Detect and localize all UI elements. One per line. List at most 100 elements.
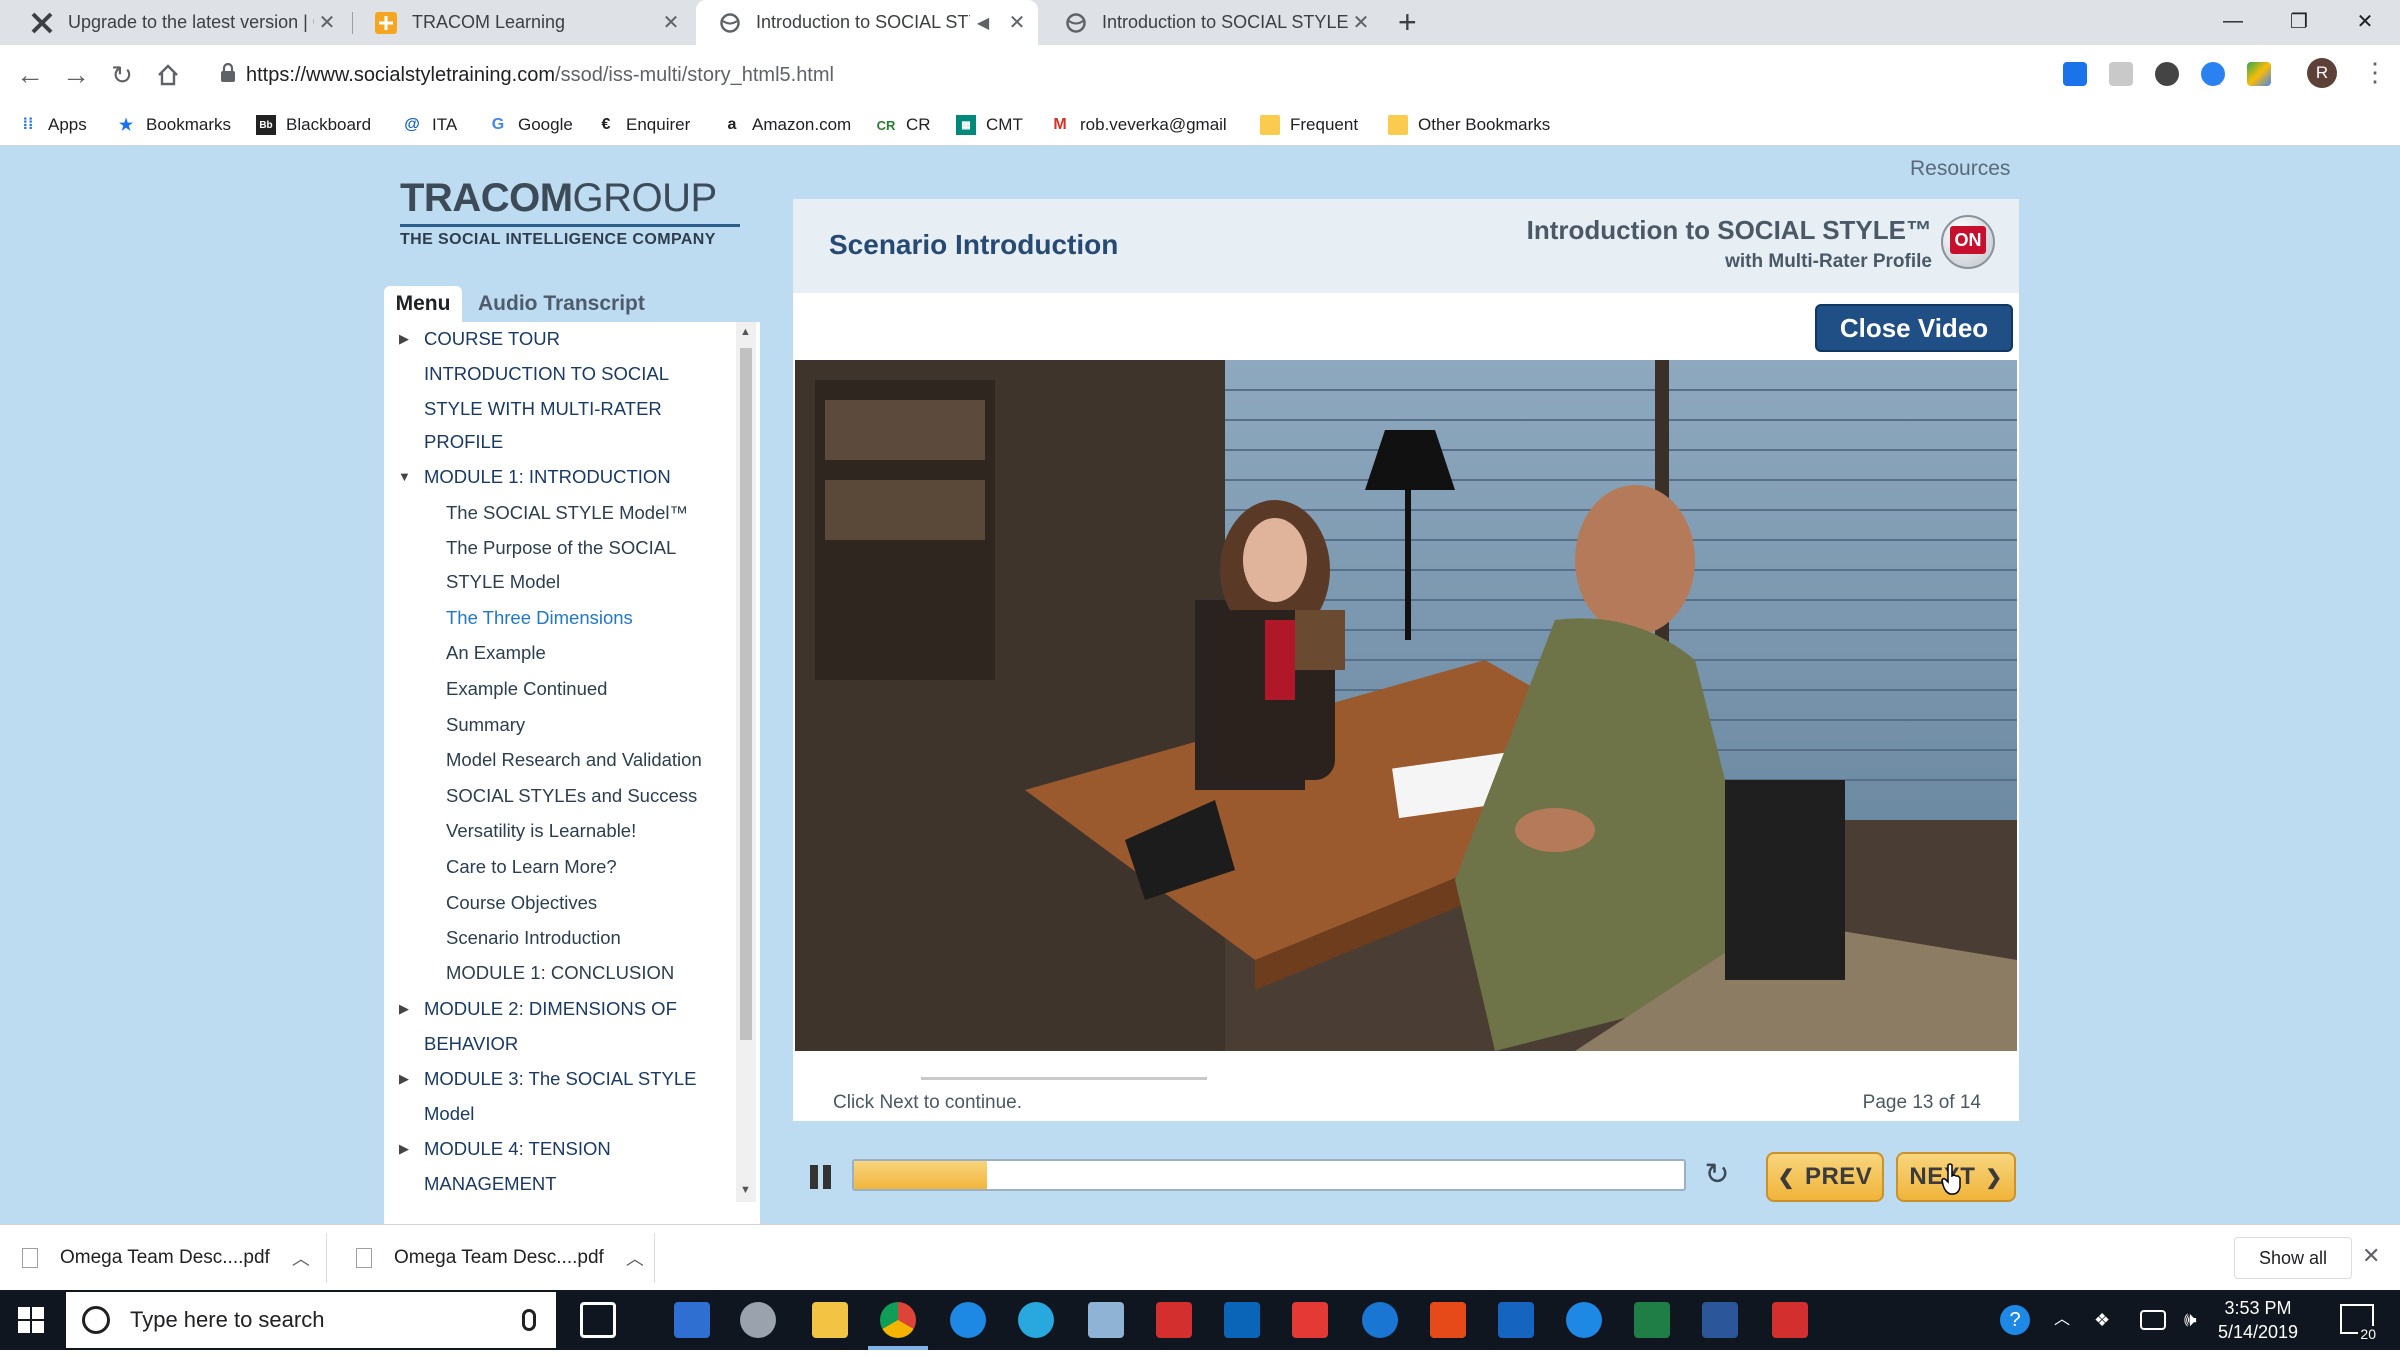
address-bar[interactable]: https://www.socialstyletraining.com/ssod… <box>200 53 2226 95</box>
excel-icon[interactable] <box>1634 1302 1670 1338</box>
taskbar-app-icon[interactable] <box>1156 1302 1192 1338</box>
menu-scrollbar[interactable]: ▲ ▼ <box>736 322 756 1202</box>
taskbar-app-icon[interactable] <box>674 1302 710 1338</box>
menu-item-label: INTRODUCTION TO SOCIAL <box>424 363 669 384</box>
close-icon[interactable]: ✕ <box>1004 10 1030 35</box>
expand-right-triangle-icon[interactable]: ▶ <box>398 1132 410 1166</box>
extension-icon[interactable] <box>2201 62 2225 86</box>
task-view-icon[interactable] <box>580 1302 616 1338</box>
sync-icon[interactable] <box>1362 1302 1398 1338</box>
more-vertical-icon[interactable]: ⋮ <box>2362 59 2388 86</box>
extension-icon[interactable] <box>2155 62 2179 86</box>
edge-icon[interactable] <box>950 1302 986 1338</box>
bookmark-amazon[interactable]: a Amazon.com <box>722 110 852 140</box>
action-center-icon[interactable]: 20 <box>2340 1304 2378 1342</box>
reload-icon[interactable]: ↻ <box>104 57 140 93</box>
extension-icon[interactable] <box>2063 62 2087 86</box>
bookmark-folder-other[interactable]: Other Bookmarks <box>1388 110 1550 140</box>
scrollbar-thumb[interactable] <box>740 348 752 1040</box>
menu-item-label: Course Objectives <box>446 892 598 913</box>
pause-icon[interactable] <box>808 1163 834 1193</box>
chevron-up-icon[interactable]: ︿ <box>626 1245 644 1271</box>
download-item[interactable]: Omega Team Desc....pdf ︿ <box>22 1225 310 1291</box>
taskbar-app-icon[interactable] <box>1292 1302 1328 1338</box>
scenario-video[interactable] <box>795 360 2017 1051</box>
bookmark-apps[interactable]: ⁞⁞ Apps <box>18 110 87 140</box>
expand-right-triangle-icon[interactable]: ▶ <box>398 1062 410 1096</box>
internet-explorer-icon[interactable] <box>1018 1302 1054 1338</box>
system-clock[interactable]: 3:53 PM 5/14/2019 <box>2198 1296 2318 1344</box>
seek-bar[interactable] <box>852 1159 1686 1191</box>
close-window-icon[interactable]: ✕ <box>2332 0 2398 42</box>
restore-icon[interactable]: ❐ <box>2266 0 2332 42</box>
browser-tab-active[interactable]: Introduction to SOCIAL STYL ◀︎ ✕ <box>696 0 1038 45</box>
taskbar-app-icon[interactable] <box>740 1302 776 1338</box>
microphone-icon[interactable] <box>522 1309 536 1331</box>
profile-avatar[interactable]: R <box>2307 58 2337 88</box>
bookmark-google[interactable]: G Google <box>488 110 573 140</box>
prev-button[interactable]: ❮ PREV <box>1766 1152 1884 1202</box>
extension-icon[interactable] <box>2247 62 2271 86</box>
expand-down-triangle-icon[interactable]: ▼ <box>398 460 411 494</box>
home-icon[interactable] <box>150 57 186 93</box>
chevron-up-icon[interactable]: ︿ <box>2054 1302 2074 1338</box>
bookmark-folder-frequent[interactable]: Frequent <box>1260 110 1358 140</box>
network-icon[interactable] <box>2140 1310 2166 1330</box>
download-item[interactable]: Omega Team Desc....pdf ︿ <box>356 1225 644 1291</box>
expand-right-triangle-icon[interactable]: ▶ <box>398 322 410 356</box>
extension-icon[interactable] <box>2109 62 2133 86</box>
bookmark-ita[interactable]: @ ITA <box>402 110 457 140</box>
tab-audio-transcript[interactable]: Audio Transcript <box>478 286 648 322</box>
on-demand-badge: ON <box>1941 215 1995 269</box>
taskbar-app-icon[interactable] <box>1772 1302 1808 1338</box>
product-subtitle: with Multi-Rater Profile <box>1725 251 1932 272</box>
word-icon[interactable] <box>1702 1302 1738 1338</box>
audio-mute-icon[interactable]: ◀︎ <box>970 13 996 33</box>
close-icon[interactable]: ✕ <box>658 10 684 35</box>
outlook-icon[interactable] <box>1224 1302 1260 1338</box>
windows-start-icon[interactable] <box>18 1307 44 1333</box>
close-icon[interactable]: ✕ <box>314 10 340 35</box>
bookmark-cmt[interactable]: ▦ CMT <box>956 110 1023 140</box>
chrome-icon[interactable] <box>880 1302 916 1338</box>
bookmark-enquirer[interactable]: € Enquirer <box>596 110 691 140</box>
tab-menu[interactable]: Menu <box>384 286 462 322</box>
scroll-up-arrow-icon[interactable]: ▲ <box>740 326 751 338</box>
show-all-button[interactable]: Show all <box>2234 1237 2352 1279</box>
taskbar-app-icon[interactable] <box>1566 1302 1602 1338</box>
file-explorer-icon[interactable] <box>812 1302 848 1338</box>
bookmark-cr[interactable]: CR CR <box>876 110 931 140</box>
tracom-logo: TRACOMGROUP THE SOCIAL INTELLIGENCE COMP… <box>400 176 745 256</box>
page-indicator: Page 13 of 14 <box>1862 1092 1981 1113</box>
minimize-icon[interactable]: — <box>2200 0 2266 42</box>
browser-tab[interactable]: Introduction to SOCIAL STYLE wi ✕ <box>1042 0 1382 45</box>
close-icon[interactable]: ✕ <box>2362 1243 2380 1269</box>
taskbar-app-icon[interactable] <box>1430 1302 1466 1338</box>
bookmark-bookmarks[interactable]: ★ Bookmarks <box>116 110 231 140</box>
help-icon[interactable]: ? <box>2000 1305 2030 1335</box>
close-video-button[interactable]: Close Video <box>1815 304 2013 352</box>
chevron-up-icon[interactable]: ︿ <box>292 1245 310 1271</box>
pen-logo-icon <box>30 11 54 35</box>
resources-link[interactable]: Resources <box>1910 157 2010 181</box>
bookmark-gmail[interactable]: Mrob.veverka@gmail <box>1050 110 1226 140</box>
taskbar-search[interactable]: Type here to search <box>66 1292 556 1348</box>
tab-title: TRACOM Learning <box>412 12 566 32</box>
close-icon[interactable]: ✕ <box>1348 10 1374 35</box>
expand-right-triangle-icon[interactable]: ▶ <box>398 992 410 1026</box>
download-app-icon[interactable] <box>1498 1302 1534 1338</box>
new-tab-plus-icon[interactable]: + <box>1398 4 1417 41</box>
ita-logo-icon: @ <box>404 116 420 133</box>
browser-tab[interactable]: Upgrade to the latest version | C ✕ <box>8 0 348 45</box>
scroll-down-arrow-icon[interactable]: ▼ <box>740 1184 751 1196</box>
browser-tab[interactable]: TRACOM Learning ✕ <box>352 0 692 45</box>
taskbar-app-icon[interactable] <box>1088 1302 1124 1338</box>
back-arrow-icon[interactable]: ← <box>12 57 48 93</box>
menu-item-label: An Example <box>446 642 546 663</box>
forward-arrow-icon[interactable]: → <box>58 57 94 93</box>
dropbox-icon[interactable]: ❖ <box>2094 1302 2118 1338</box>
bookmark-blackboard[interactable]: Bb Blackboard <box>256 110 371 140</box>
clock-date: 5/14/2019 <box>2217 1322 2299 1342</box>
product-title: Introduction to SOCIAL STYLE™ <box>1526 215 1932 245</box>
replay-icon[interactable]: ↻ <box>1700 1158 1734 1192</box>
